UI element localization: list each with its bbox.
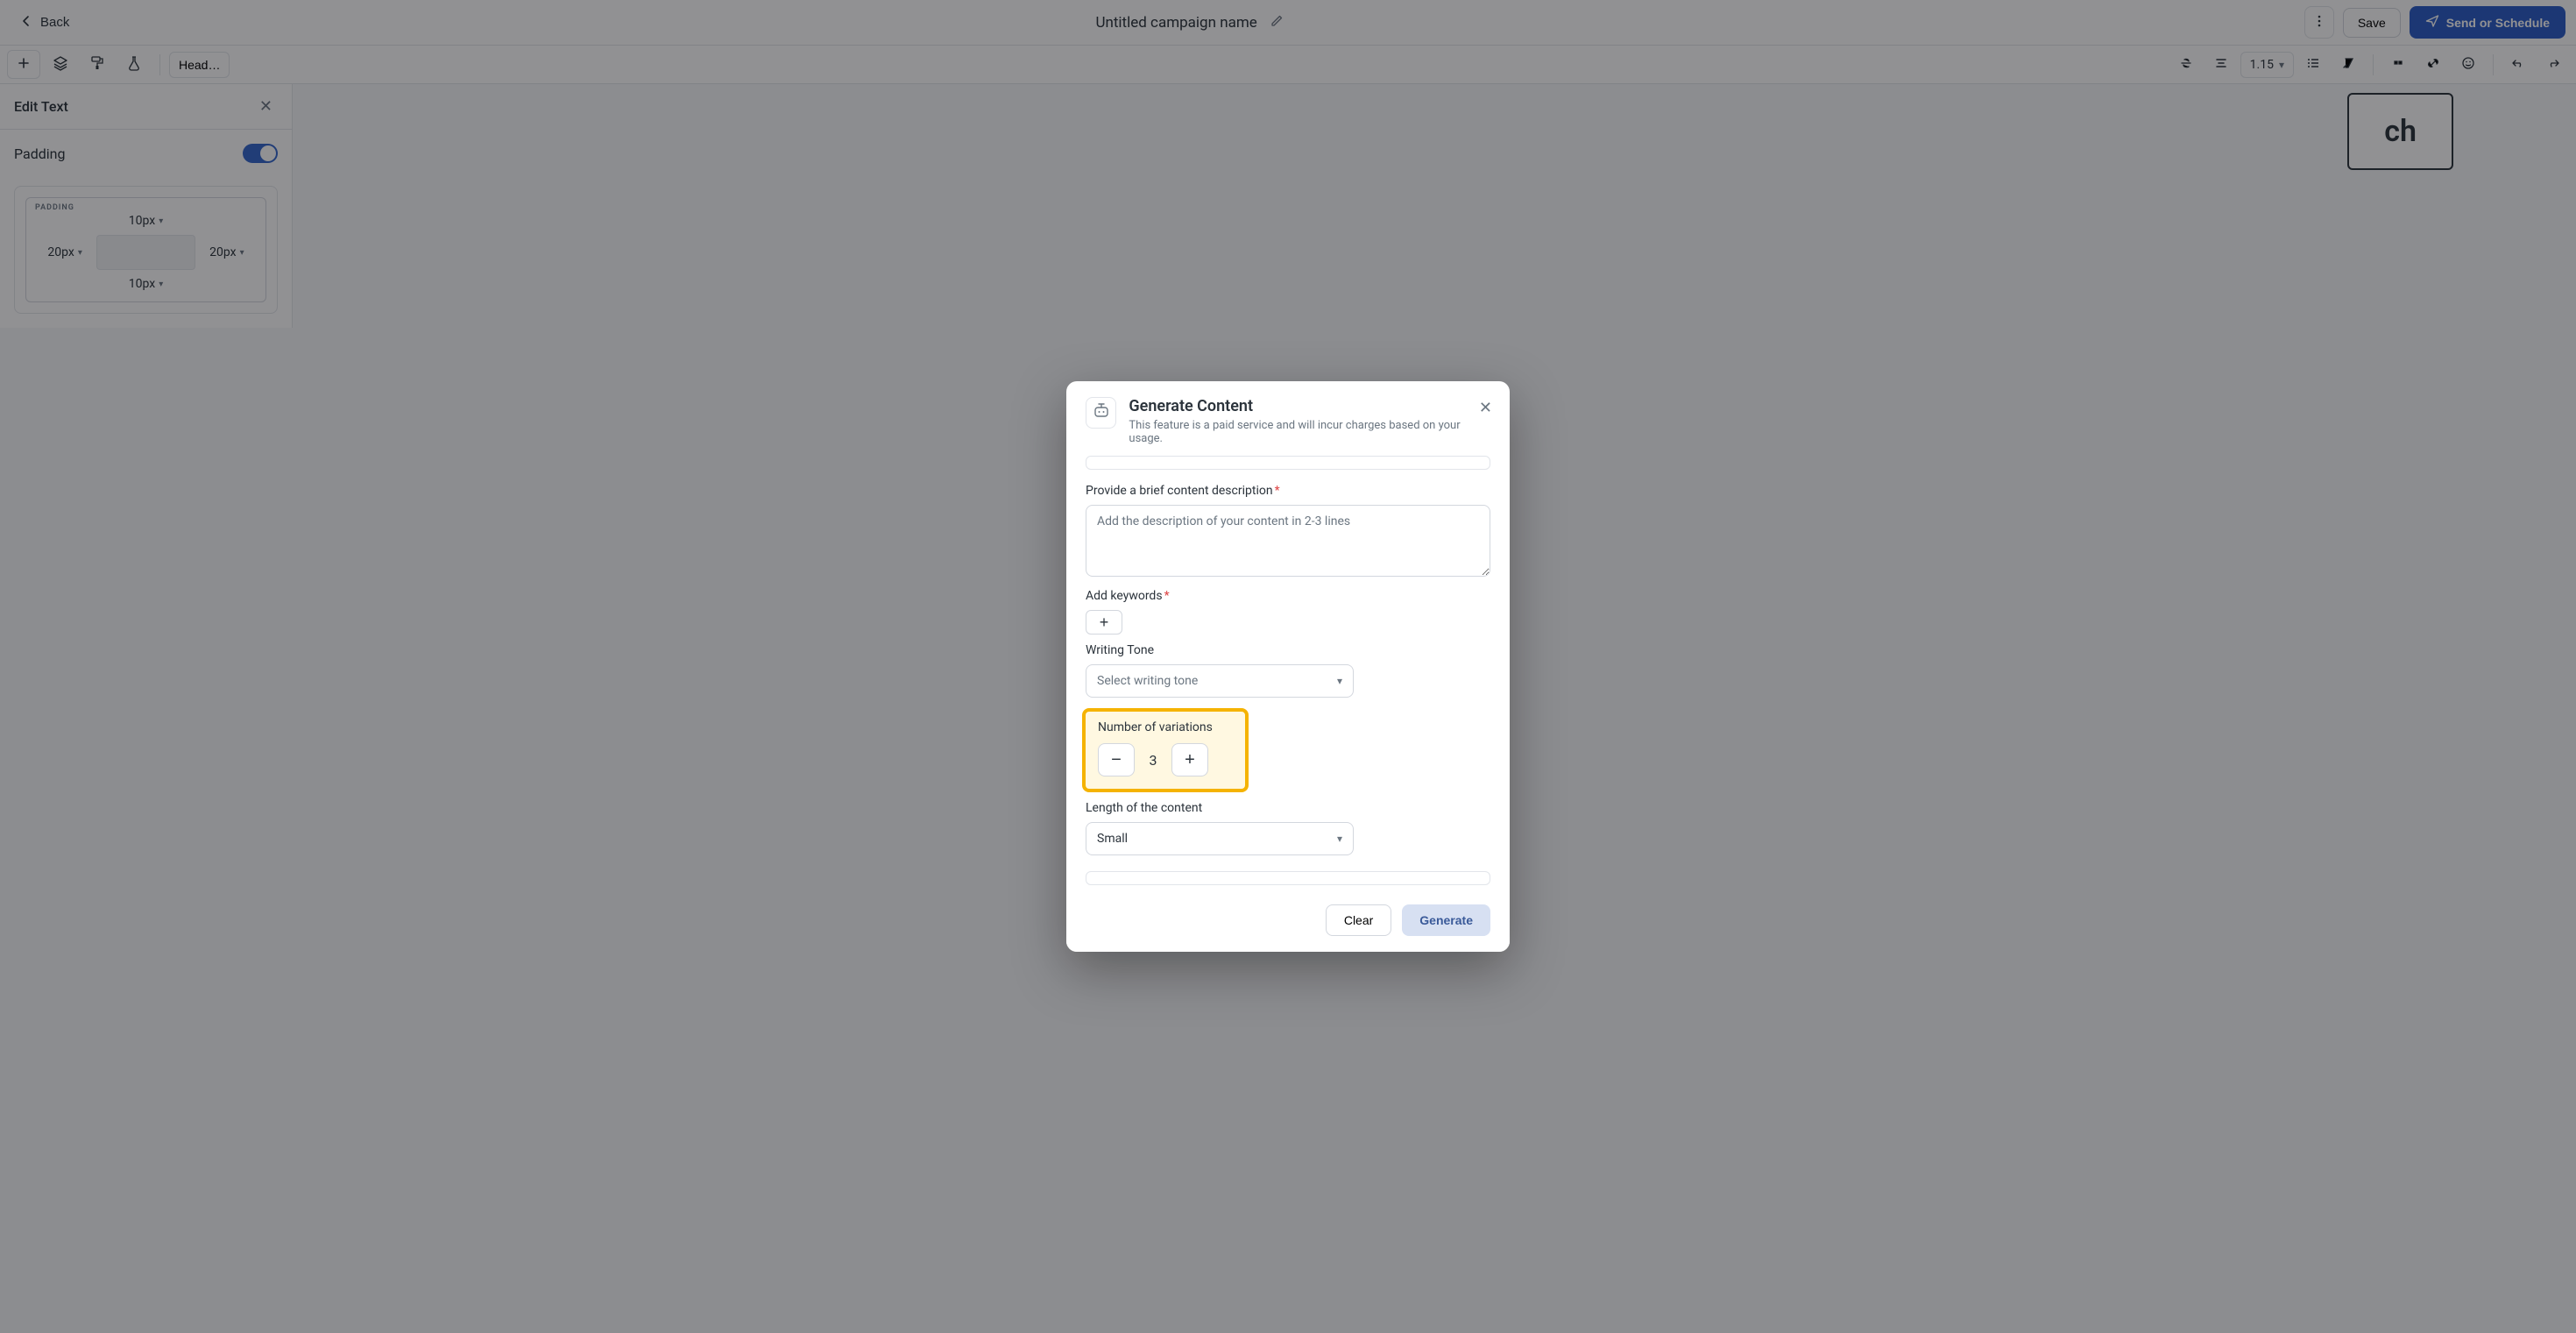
variations-stepper: − 3 + — [1098, 743, 1233, 776]
clear-button[interactable]: Clear — [1326, 904, 1391, 936]
length-label: Length of the content — [1086, 801, 1490, 815]
writing-tone-select[interactable]: Select writing tone ▾ — [1086, 664, 1354, 698]
content-length-select[interactable]: Small ▾ — [1086, 822, 1354, 855]
description-textarea[interactable] — [1086, 505, 1490, 577]
modal-footer: Clear Generate — [1066, 892, 1510, 952]
keywords-label-text: Add keywords — [1086, 589, 1163, 603]
description-label-text: Provide a brief content description — [1086, 484, 1273, 498]
description-label: Provide a brief content description* — [1086, 484, 1490, 498]
ai-chip — [1086, 397, 1116, 429]
next-field-edge — [1086, 871, 1490, 885]
variations-label: Number of variations — [1098, 720, 1233, 734]
length-value: Small — [1097, 832, 1128, 846]
number-of-variations-field: Number of variations − 3 + — [1082, 708, 1249, 792]
add-keyword-button[interactable]: + — [1086, 610, 1122, 635]
modal-header: Generate Content This feature is a paid … — [1066, 381, 1510, 452]
modal-close-button[interactable]: ✕ — [1474, 394, 1497, 422]
plus-icon: + — [1100, 613, 1109, 632]
required-indicator: * — [1275, 484, 1280, 498]
minus-icon: − — [1111, 750, 1122, 770]
robot-icon — [1092, 401, 1111, 424]
tone-value: Select writing tone — [1097, 674, 1198, 688]
modal-subtitle: This feature is a paid service and will … — [1129, 419, 1490, 445]
plus-icon: + — [1185, 750, 1195, 770]
keywords-label: Add keywords* — [1086, 589, 1490, 603]
close-icon: ✕ — [1479, 399, 1492, 416]
previous-field-edge — [1086, 456, 1490, 470]
generate-label: Generate — [1419, 913, 1473, 927]
generate-content-modal: ✕ Generate Content This feature is a pai… — [1066, 381, 1510, 952]
modal-body[interactable]: Provide a brief content description* Add… — [1066, 452, 1510, 892]
generate-button[interactable]: Generate — [1402, 904, 1490, 936]
required-indicator: * — [1164, 589, 1170, 603]
chevron-down-icon: ▾ — [1337, 833, 1342, 845]
modal-title: Generate Content — [1129, 397, 1490, 415]
variations-increment-button[interactable]: + — [1171, 743, 1208, 776]
chevron-down-icon: ▾ — [1337, 675, 1342, 687]
tone-label: Writing Tone — [1086, 643, 1490, 657]
variations-decrement-button[interactable]: − — [1098, 743, 1135, 776]
clear-label: Clear — [1344, 913, 1373, 927]
modal-scrim: ✕ Generate Content This feature is a pai… — [0, 0, 2576, 1333]
variations-value: 3 — [1147, 752, 1159, 769]
